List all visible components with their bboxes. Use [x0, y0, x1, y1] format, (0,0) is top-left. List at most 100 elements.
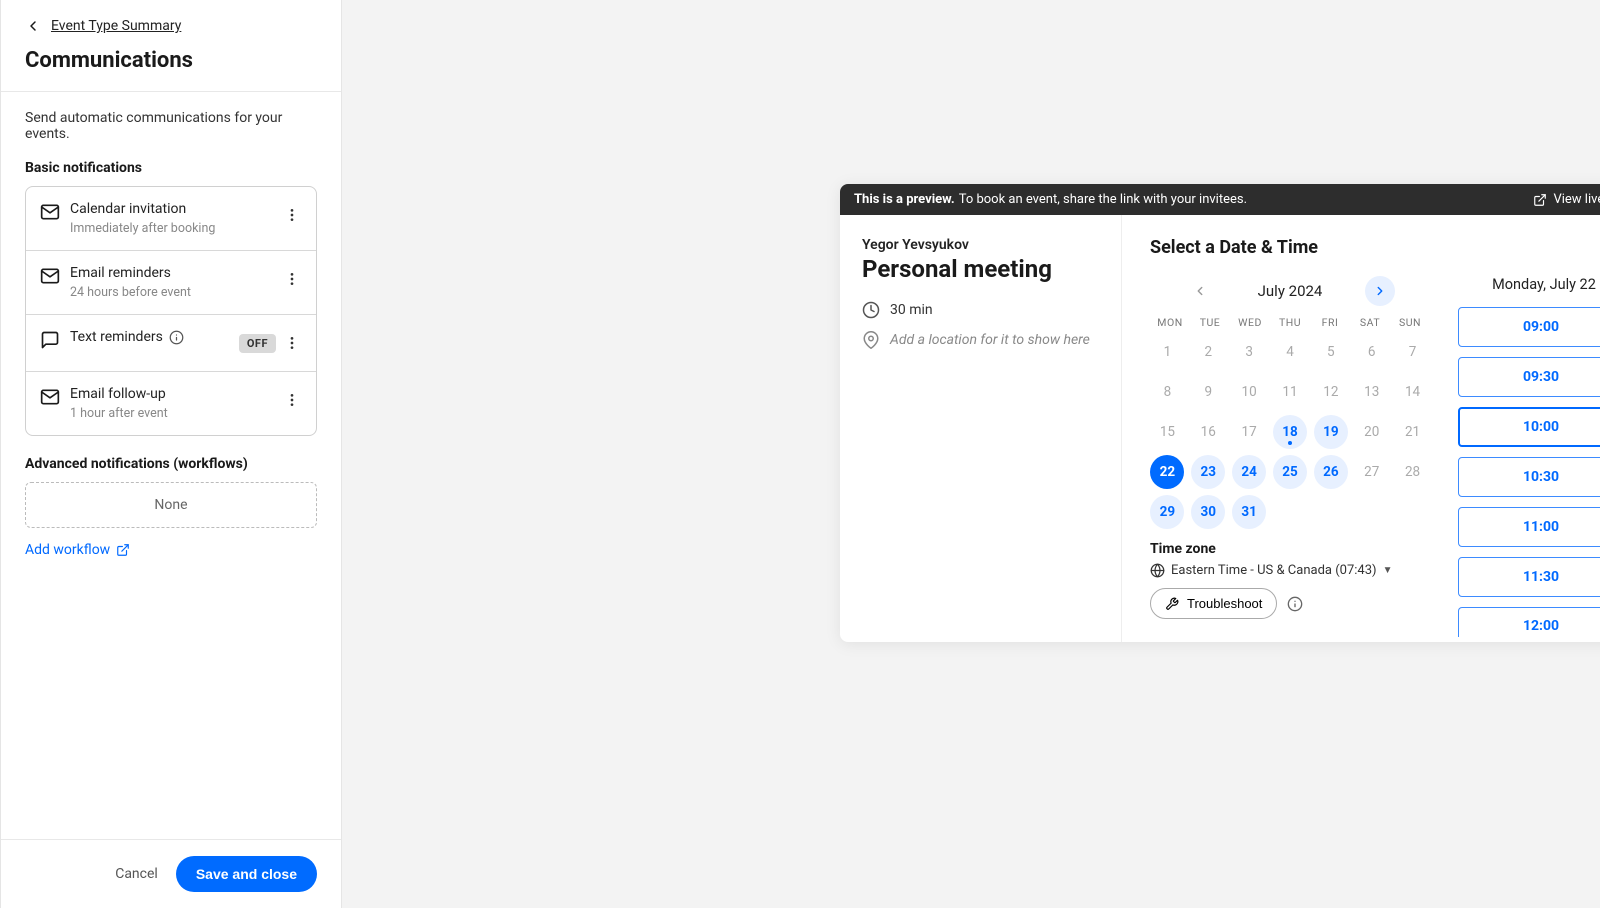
notification-item[interactable]: Email reminders 24 hours before event: [26, 251, 316, 315]
date-time-picker-panel: Select a Date & Time July 2024: [1122, 215, 1600, 642]
calendar-day[interactable]: 24: [1232, 455, 1266, 489]
notification-subtitle: 1 hour after event: [70, 406, 282, 421]
time-slot[interactable]: 09:00: [1458, 307, 1600, 347]
notification-item[interactable]: Calendar invitationImmediately after boo…: [26, 187, 316, 251]
calendar-day: 9: [1191, 375, 1225, 409]
calendar-day: 28: [1396, 455, 1430, 489]
calendar-day: 7: [1396, 335, 1430, 369]
back-link[interactable]: Event Type Summary: [51, 18, 181, 34]
time-slot[interactable]: 12:00: [1458, 607, 1600, 637]
time-slot[interactable]: 10:30: [1458, 457, 1600, 497]
calendar-day[interactable]: 19: [1314, 415, 1348, 449]
notification-subtitle: 24 hours before event: [70, 285, 282, 300]
notification-title: Email reminders: [70, 265, 171, 281]
calendar-day[interactable]: 30: [1191, 495, 1225, 529]
calendar-day[interactable]: 31: [1232, 495, 1266, 529]
event-title: Personal meeting: [862, 255, 1099, 283]
sidebar-footer: Cancel Save and close: [1, 839, 341, 908]
prev-month-button[interactable]: [1185, 276, 1215, 306]
weekday-label: THU: [1270, 316, 1310, 329]
kebab-menu-icon[interactable]: [282, 201, 302, 229]
calendar-day[interactable]: 25: [1273, 455, 1307, 489]
add-workflow-link[interactable]: Add workflow: [25, 542, 130, 558]
off-badge: OFF: [239, 334, 276, 353]
calendar-day[interactable]: 26: [1314, 455, 1348, 489]
settings-sidebar: Event Type Summary Communications Send a…: [0, 0, 342, 908]
kebab-menu-icon[interactable]: [282, 329, 302, 357]
calendar-day: 6: [1355, 335, 1389, 369]
time-slot[interactable]: 11:00: [1458, 507, 1600, 547]
duration-row: 30 min: [862, 301, 1099, 319]
calendar-day: 15: [1150, 415, 1184, 449]
location-placeholder: Add a location for it to show here: [890, 332, 1090, 348]
weekday-label: FRI: [1310, 316, 1350, 329]
weekday-label: SUN: [1390, 316, 1430, 329]
kebab-menu-icon[interactable]: [282, 265, 302, 293]
calendar-day: 21: [1396, 415, 1430, 449]
calendar-day: 4: [1273, 335, 1307, 369]
notification-item[interactable]: Text reminders OFF: [26, 315, 316, 372]
wrench-icon: [1165, 597, 1179, 611]
next-month-button[interactable]: [1365, 276, 1395, 306]
mail-icon: [40, 387, 60, 407]
view-live-page-link[interactable]: View live page: [1533, 192, 1600, 207]
weekday-header-row: MONTUEWEDTHUFRISATSUN: [1150, 316, 1430, 329]
calendar-day[interactable]: 29: [1150, 495, 1184, 529]
notification-title: Calendar invitation: [70, 201, 186, 217]
external-link-icon: [116, 543, 130, 557]
back-chevron-icon[interactable]: [25, 18, 41, 34]
calendar-day: 17: [1232, 415, 1266, 449]
month-navigation: July 2024: [1150, 276, 1430, 306]
intro-text: Send automatic communications for your e…: [25, 110, 317, 142]
calendar-day: 12: [1314, 375, 1348, 409]
mail-icon: [40, 202, 60, 222]
timezone-selector[interactable]: Eastern Time - US & Canada (07:43) ▼: [1150, 563, 1430, 578]
chat-icon: [40, 330, 60, 350]
location-row: Add a location for it to show here: [862, 331, 1099, 349]
calendar-day[interactable]: 22: [1150, 455, 1184, 489]
cancel-button[interactable]: Cancel: [115, 866, 158, 882]
calendar-days-grid: 1234567891011121314151617181920212223242…: [1150, 335, 1430, 529]
preview-area: This is a preview. To book an event, sha…: [342, 0, 1600, 908]
basic-notifications-list: Calendar invitationImmediately after boo…: [25, 186, 317, 436]
time-slot[interactable]: 09:30: [1458, 357, 1600, 397]
calendar-day: 27: [1355, 455, 1389, 489]
timezone-heading: Time zone: [1150, 541, 1430, 557]
preview-banner-text: To book an event, share the link with yo…: [959, 192, 1247, 207]
calendar-day: 1: [1150, 335, 1184, 369]
preview-banner: This is a preview. To book an event, sha…: [840, 184, 1600, 215]
calendar-day: 8: [1150, 375, 1184, 409]
external-link-icon: [1533, 193, 1547, 207]
info-icon[interactable]: [1287, 596, 1303, 612]
notification-title: Email follow-up: [70, 386, 166, 402]
calendar-day: 16: [1191, 415, 1225, 449]
preview-banner-strong: This is a preview.: [854, 192, 955, 207]
calendar-day[interactable]: 23: [1191, 455, 1225, 489]
host-name: Yegor Yevsyukov: [862, 237, 1099, 253]
workflows-empty-state: None: [25, 482, 317, 528]
time-slot[interactable]: 11:30: [1458, 557, 1600, 597]
page-title: Communications: [25, 48, 317, 73]
troubleshoot-label: Troubleshoot: [1187, 596, 1262, 611]
month-label: July 2024: [1235, 282, 1345, 300]
calendar: July 2024 MONTUEWEDTHUFRISATSUN 12345678…: [1150, 276, 1430, 642]
kebab-menu-icon[interactable]: [282, 386, 302, 414]
weekday-label: WED: [1230, 316, 1270, 329]
info-icon[interactable]: [169, 330, 184, 345]
time-slots-column: Monday, July 22 09:00 09:30 10:00 10:30 11:0…: [1458, 276, 1600, 642]
calendar-day: 13: [1355, 375, 1389, 409]
basic-notifications-heading: Basic notifications: [25, 160, 317, 176]
calendar-day[interactable]: 18: [1273, 415, 1307, 449]
notification-title: Text reminders: [70, 329, 163, 345]
notification-item[interactable]: Email follow-up 1 hour after event: [26, 372, 316, 435]
time-slot[interactable]: 10:00: [1458, 407, 1600, 447]
weekday-label: TUE: [1190, 316, 1230, 329]
weekday-label: SAT: [1350, 316, 1390, 329]
sidebar-header: Event Type Summary Communications: [1, 0, 341, 92]
selected-date-label: Monday, July 22: [1458, 276, 1600, 293]
save-and-close-button[interactable]: Save and close: [176, 856, 317, 892]
view-live-page-label: View live page: [1553, 192, 1600, 207]
mail-icon: [40, 266, 60, 286]
troubleshoot-button[interactable]: Troubleshoot: [1150, 588, 1277, 619]
booking-preview-card: This is a preview. To book an event, sha…: [840, 184, 1600, 642]
